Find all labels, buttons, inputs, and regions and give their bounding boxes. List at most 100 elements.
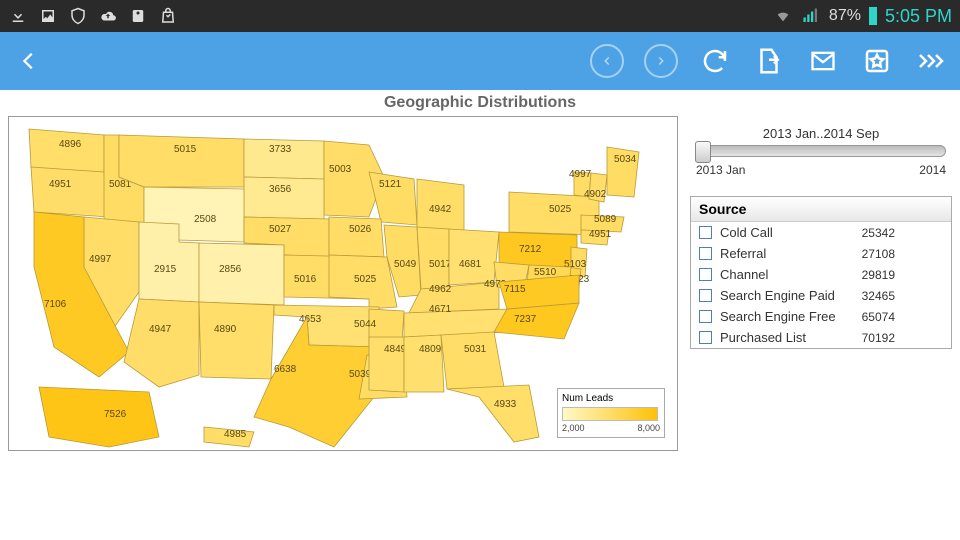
content-area: Geographic Distributions 489649515081501…	[0, 90, 960, 540]
state-label-NM: 4890	[214, 324, 237, 335]
source-row[interactable]: Search Engine Free65074	[691, 306, 951, 327]
state-label-MT: 5015	[174, 144, 197, 155]
source-name: Search Engine Free	[720, 309, 843, 324]
legend-min: 2,000	[562, 423, 585, 433]
state-label-UT: 2915	[154, 264, 177, 275]
state-label-GA: 5031	[464, 344, 487, 355]
state-label-MS: 4849	[384, 344, 407, 355]
state-label-CO: 2856	[219, 264, 242, 275]
source-name: Purchased List	[720, 330, 843, 345]
state-label-WI: 5121	[379, 179, 402, 190]
source-row[interactable]: Purchased List 70192	[691, 327, 951, 348]
state-label-IN: 5017	[429, 259, 452, 270]
export-button[interactable]	[752, 44, 786, 78]
state-AZ[interactable]	[124, 299, 199, 387]
battery-icon	[869, 7, 877, 25]
source-checkbox[interactable]	[699, 289, 712, 302]
state-OR[interactable]	[31, 167, 109, 217]
state-OH[interactable]	[449, 229, 499, 285]
source-value: 32465	[851, 289, 895, 303]
legend-max: 8,000	[637, 423, 660, 433]
state-NM[interactable]	[199, 302, 274, 379]
favorite-button[interactable]	[860, 44, 894, 78]
state-label-MI: 4942	[429, 204, 452, 215]
map-legend: Num Leads 2,000 8,000	[557, 388, 665, 438]
us-map[interactable]: 4896495150815015373350035121365649422508…	[8, 116, 678, 451]
source-checkbox[interactable]	[699, 247, 712, 260]
state-label-AR: 5044	[354, 319, 377, 330]
slider-thumb[interactable]	[695, 141, 711, 163]
refresh-button[interactable]	[698, 44, 732, 78]
download-icon	[8, 6, 28, 26]
state-label-TN: 4671	[429, 304, 452, 315]
source-row[interactable]: Channel29819	[691, 264, 951, 285]
source-name: Search Engine Paid	[720, 288, 843, 303]
state-label-ME: 5034	[614, 154, 637, 165]
state-label-NC: 7237	[514, 314, 537, 325]
state-label-FL: 4933	[494, 399, 517, 410]
legend-title: Num Leads	[562, 393, 660, 404]
clock-time: 5:05 PM	[885, 6, 952, 27]
slider-track[interactable]	[696, 145, 946, 157]
source-value: 25342	[851, 226, 895, 240]
source-checkbox[interactable]	[699, 310, 712, 323]
back-button[interactable]	[12, 44, 46, 78]
state-label-VA: 7115	[504, 284, 526, 295]
page-title: Geographic Distributions	[8, 94, 952, 112]
source-row[interactable]: Cold Call 25342	[691, 222, 951, 243]
source-header: Source	[691, 197, 951, 222]
status-right: 87% 5:05 PM	[773, 6, 952, 27]
source-name: Channel	[720, 267, 843, 282]
android-status-bar: 87% 5:05 PM	[0, 0, 960, 32]
source-name: Cold Call	[720, 225, 843, 240]
state-label-NE: 5027	[269, 224, 292, 235]
source-row[interactable]: Referral 27108	[691, 243, 951, 264]
state-label-MD: 5510	[534, 267, 557, 278]
source-checkbox[interactable]	[699, 226, 712, 239]
state-label-SD: 3656	[269, 184, 292, 195]
mail-button[interactable]	[806, 44, 840, 78]
nav-prev-button[interactable]	[590, 44, 624, 78]
state-label-NH: 4902	[584, 189, 607, 200]
state-label-WA: 4896	[59, 139, 82, 150]
status-left	[8, 6, 178, 26]
state-label-IL: 5049	[394, 259, 417, 270]
state-label-IA: 5026	[349, 224, 372, 235]
source-name: Referral	[720, 246, 843, 261]
battery-percent: 87%	[829, 7, 861, 25]
source-checkbox[interactable]	[699, 331, 712, 344]
slider-start-label: 2013 Jan	[696, 163, 745, 177]
state-label-MN: 5003	[329, 164, 352, 175]
more-button[interactable]	[914, 44, 948, 78]
state-CO[interactable]	[199, 243, 284, 305]
state-AK[interactable]	[39, 387, 159, 447]
legend-range: 2,000 8,000	[562, 423, 660, 433]
state-label-PA: 7212	[519, 244, 542, 255]
source-value: 27108	[851, 247, 895, 261]
voicemail-icon	[128, 6, 148, 26]
state-label-KY: 4962	[429, 284, 452, 295]
state-label-AK: 7526	[104, 409, 127, 420]
source-value: 70192	[851, 331, 895, 345]
state-label-MA: 5089	[594, 214, 617, 225]
state-label-VT: 4997	[569, 169, 592, 180]
state-GA[interactable]	[441, 332, 504, 389]
state-label-OH: 4681	[459, 259, 482, 270]
state-IN[interactable]	[417, 227, 449, 289]
app-toolbar	[0, 32, 960, 90]
time-slider[interactable]: 2013 Jan..2014 Sep 2013 Jan 2014	[690, 116, 952, 196]
state-IA[interactable]	[329, 217, 384, 257]
signal-icon	[801, 6, 821, 26]
nav-next-button[interactable]	[644, 44, 678, 78]
slider-end-label: 2014	[919, 163, 946, 177]
state-label-MO: 5025	[354, 274, 377, 285]
shopping-bag-icon	[158, 6, 178, 26]
slider-range-label: 2013 Jan..2014 Sep	[696, 126, 946, 141]
state-label-CT: 4951	[589, 229, 612, 240]
source-checkbox[interactable]	[699, 268, 712, 281]
state-FL[interactable]	[447, 385, 539, 442]
state-MT[interactable]	[119, 135, 244, 187]
state-label-LA: 5039	[349, 369, 372, 380]
source-row[interactable]: Search Engine Paid 32465	[691, 285, 951, 306]
state-label-KS: 5016	[294, 274, 317, 285]
